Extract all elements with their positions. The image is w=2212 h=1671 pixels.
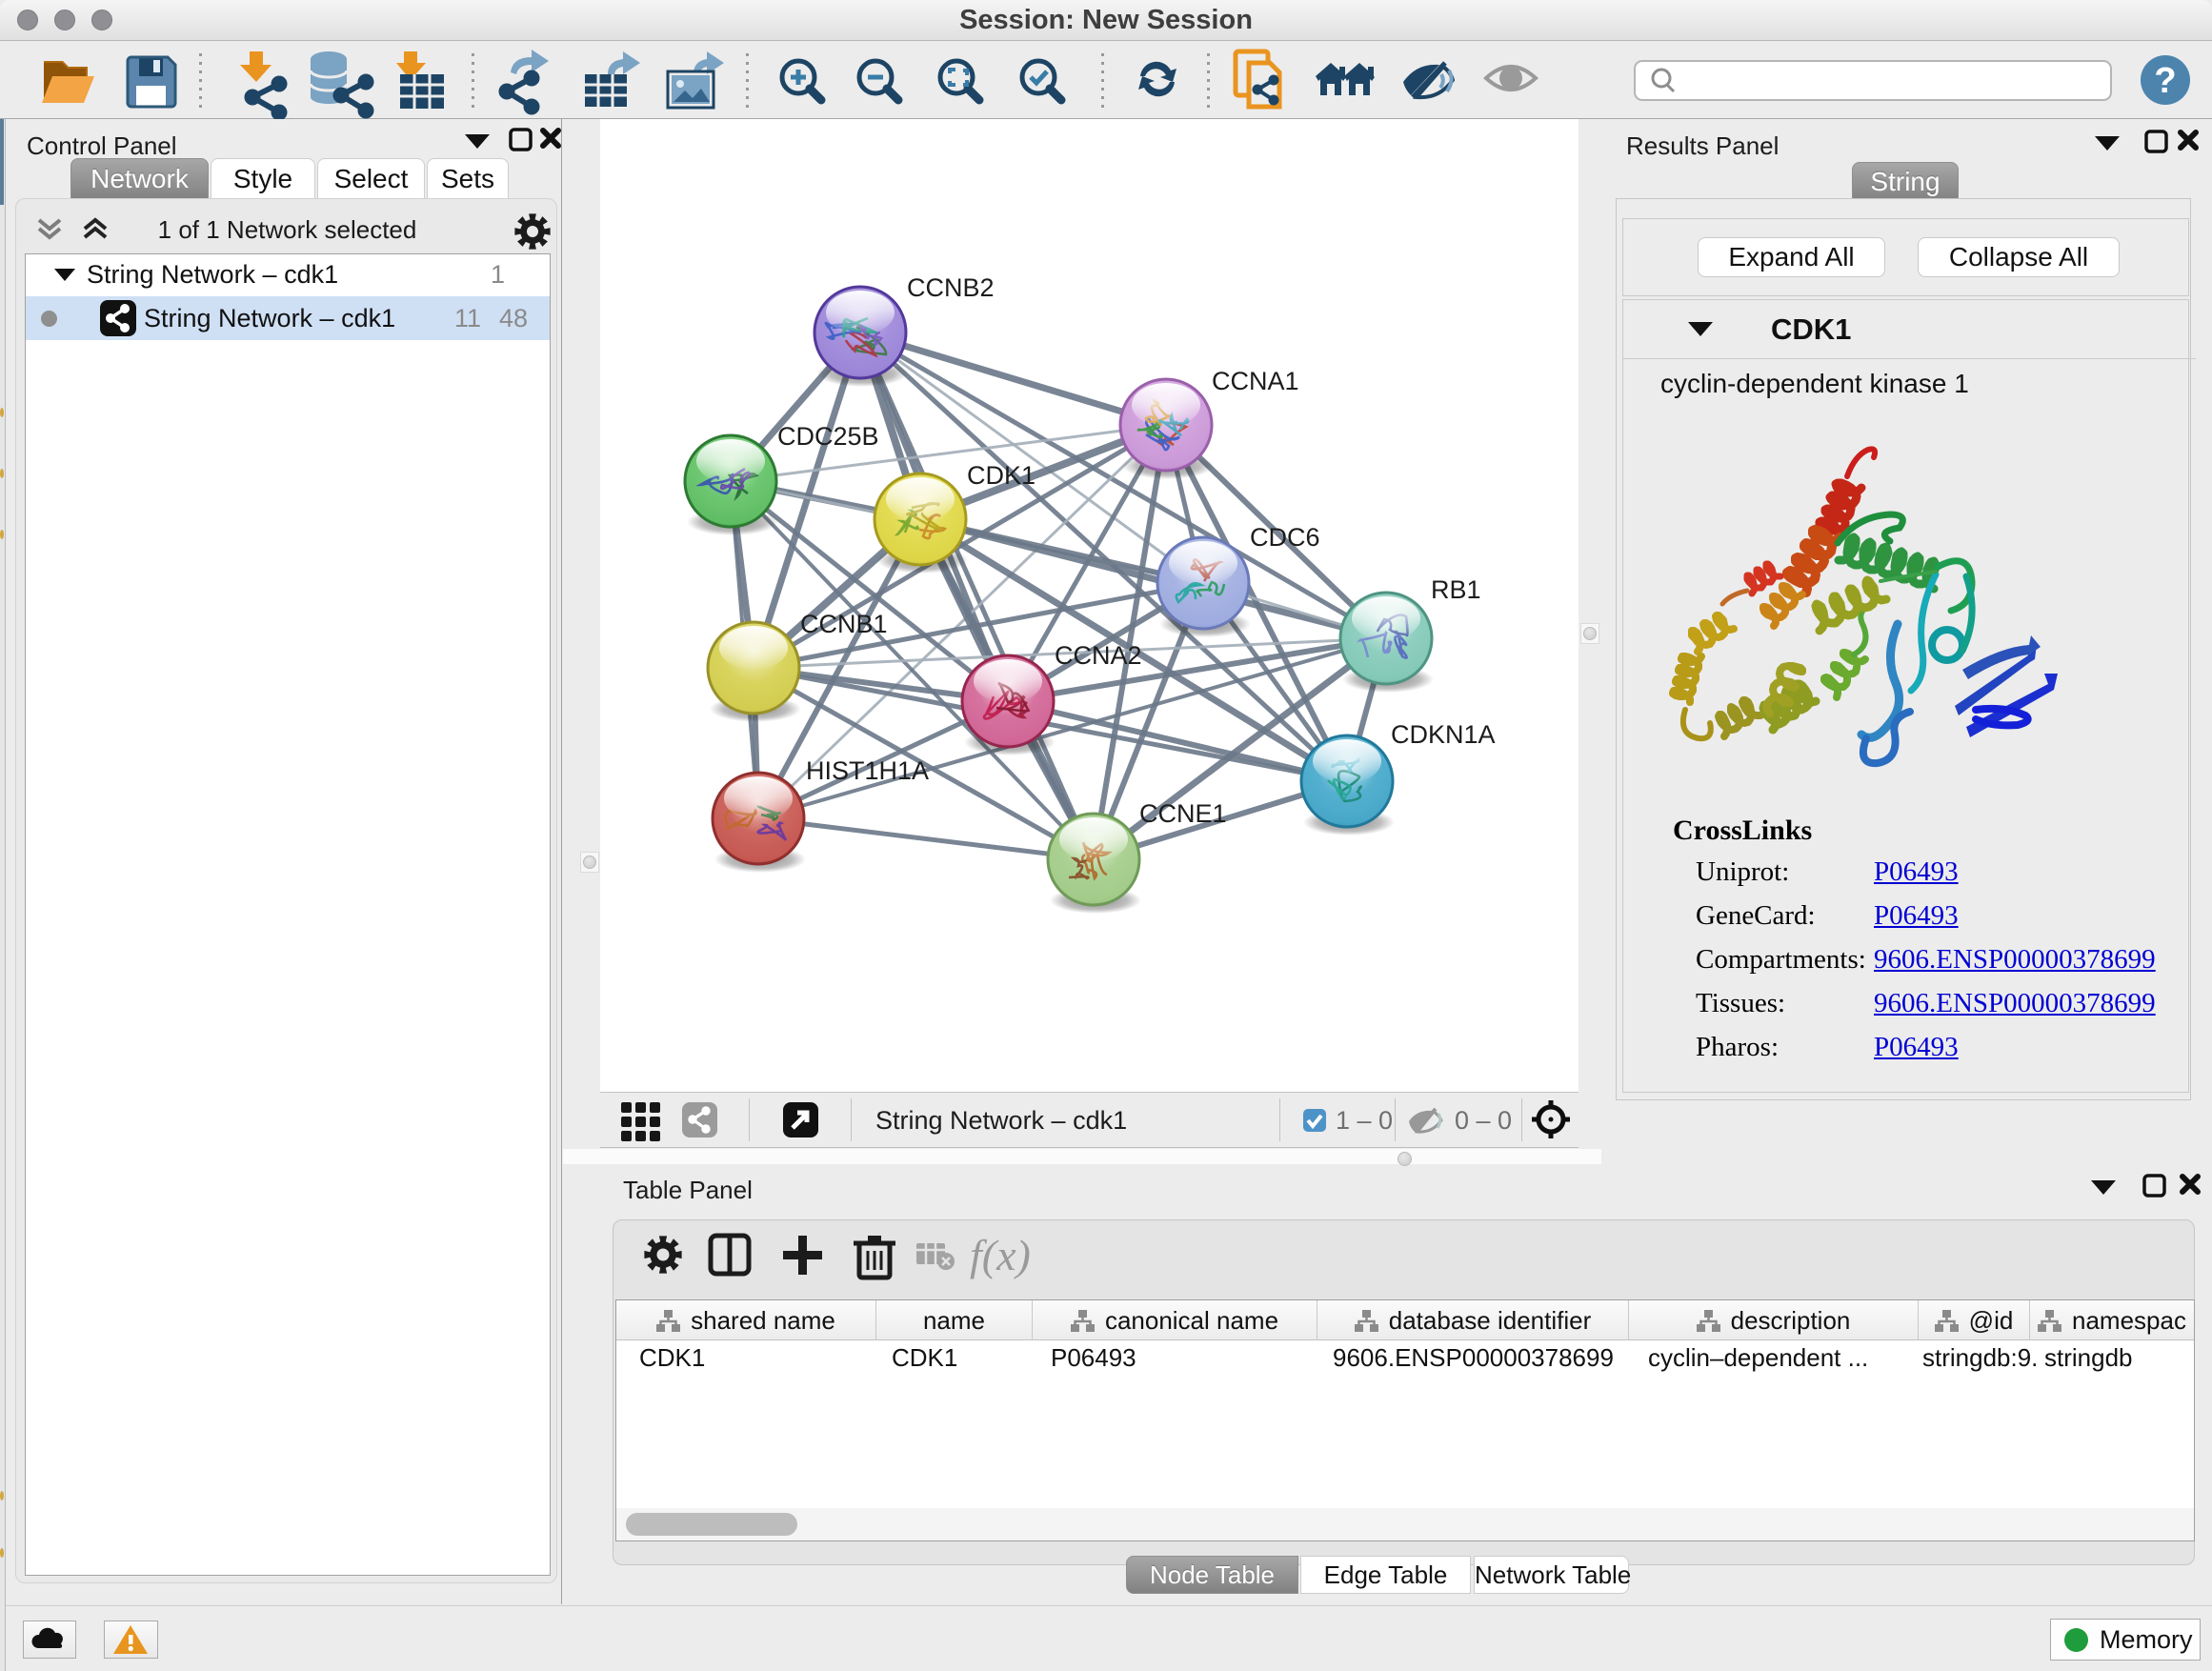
svg-text:RB1: RB1	[1431, 575, 1481, 604]
svg-text:String Network – cdk1: String Network – cdk1	[875, 1106, 1127, 1135]
svg-text:CCNA2: CCNA2	[1055, 641, 1142, 670]
svg-text:1 – 0: 1 – 0	[1336, 1106, 1393, 1135]
svg-text:0 – 0: 0 – 0	[1455, 1106, 1512, 1135]
svg-text:CCNB1: CCNB1	[800, 610, 888, 638]
svg-text:CCNE1: CCNE1	[1139, 799, 1227, 828]
svg-text:CDC25B: CDC25B	[777, 422, 879, 451]
svg-text:HIST1H1A: HIST1H1A	[806, 756, 929, 785]
svg-text:CCNA1: CCNA1	[1212, 367, 1299, 395]
svg-text:CDK1: CDK1	[967, 461, 1036, 490]
svg-text:CDKN1A: CDKN1A	[1391, 720, 1496, 749]
svg-text:CDC6: CDC6	[1250, 523, 1320, 552]
svg-text:CCNB2: CCNB2	[907, 273, 995, 302]
svg-text:f(x): f(x)	[970, 1231, 1031, 1279]
svg-text:?: ?	[2154, 61, 2176, 101]
